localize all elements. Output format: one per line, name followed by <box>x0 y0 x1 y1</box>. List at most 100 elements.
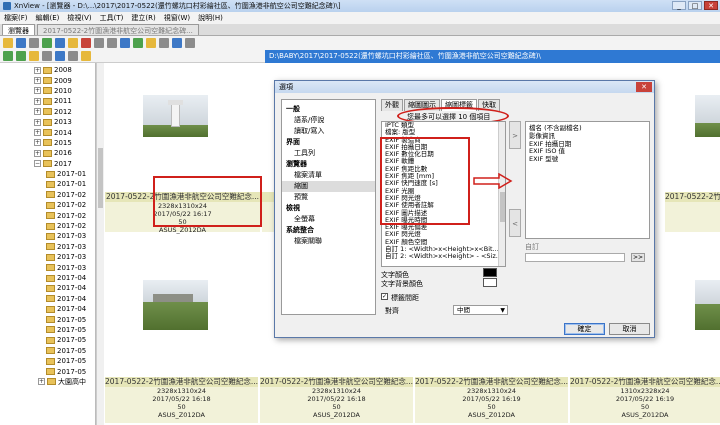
menu-file[interactable]: 檔案(F) <box>4 13 28 23</box>
custom-input[interactable] <box>525 253 625 262</box>
tree-item[interactable]: 2017-02 <box>0 200 95 210</box>
sort-icon[interactable] <box>55 51 65 61</box>
tree-item[interactable]: 2017-04 <box>0 283 95 293</box>
info-icon[interactable] <box>172 38 182 48</box>
category-fullscreen[interactable]: 全螢幕 <box>282 214 375 225</box>
menu-edit[interactable]: 編輯(E) <box>36 13 60 23</box>
tree-item[interactable]: 2017-04 <box>0 273 95 283</box>
remove-field-button[interactable]: < <box>509 209 521 237</box>
expand-icon[interactable]: + <box>34 108 41 116</box>
thumbnail-caption[interactable]: 2017-0522-2竹圍漁港非航空公司空難紀念... 2328x1310x24… <box>415 377 568 423</box>
tree-item[interactable]: +2016 <box>0 148 95 158</box>
filter-icon[interactable] <box>68 51 78 61</box>
tree-item[interactable]: 2017-03 <box>0 252 95 262</box>
category-read-write[interactable]: 讀取/寫入 <box>282 126 375 137</box>
text-color-swatch[interactable] <box>483 268 497 277</box>
thumbnail-image[interactable] <box>695 95 720 137</box>
tree-item[interactable]: + 大園高中 <box>0 377 95 387</box>
category-file-list[interactable]: 檔案清單 <box>282 170 375 181</box>
category-preview[interactable]: 預覽 <box>282 192 375 203</box>
label-spacing-checkbox[interactable]: ✓ <box>381 293 388 300</box>
menu-window[interactable]: 視窗(W) <box>164 13 190 23</box>
tab-appearance[interactable]: 外觀 <box>381 99 403 111</box>
expand-icon[interactable]: + <box>34 149 41 157</box>
tree-item[interactable]: +2009 <box>0 75 95 85</box>
expand-icon[interactable]: + <box>34 66 41 74</box>
delete-icon[interactable] <box>81 38 91 48</box>
add-field-button[interactable]: > <box>509 121 521 149</box>
maximize-button[interactable]: □ <box>688 1 702 10</box>
bg-color-swatch[interactable] <box>483 278 497 287</box>
tree-scrollbar[interactable] <box>96 63 104 425</box>
tree-item[interactable]: +2014 <box>0 127 95 137</box>
rotate-left-icon[interactable] <box>94 38 104 48</box>
tree-item[interactable]: 2017-02 <box>0 210 95 220</box>
category-interface[interactable]: 界面 <box>282 137 375 148</box>
tree-item[interactable]: +2008 <box>0 65 95 75</box>
expand-icon[interactable]: + <box>34 97 41 105</box>
expand-icon[interactable]: + <box>34 118 41 126</box>
address-bar[interactable]: D:\BABY\2017\2017-0522(還竹螺坑口村彩繪社區、竹圍漁港非航… <box>265 50 720 63</box>
back-icon[interactable] <box>3 51 13 61</box>
menu-help[interactable]: 說明(H) <box>198 13 223 23</box>
thumbnail-caption[interactable]: 2017-0522-2竹圍漁港非航空公司空難紀念... <box>665 192 720 232</box>
tree-item[interactable]: 2017-04 <box>0 294 95 304</box>
print-icon[interactable] <box>29 38 39 48</box>
category-browser[interactable]: 瀏覽器 <box>282 159 375 170</box>
expand-icon[interactable]: + <box>38 378 45 386</box>
ok-button[interactable]: 確定 <box>564 323 605 335</box>
minimize-button[interactable]: _ <box>672 1 686 10</box>
settings-icon[interactable] <box>159 38 169 48</box>
category-language[interactable]: 語系/停說 <box>282 115 375 126</box>
folder-icon[interactable] <box>3 38 13 48</box>
list-item[interactable]: 自訂 2: <Width>x<Height> - <Siz... <box>382 253 505 261</box>
tree-item[interactable]: 2017-05 <box>0 335 95 345</box>
align-select[interactable]: 中間 ▼ <box>453 305 508 315</box>
close-button[interactable]: ✕ <box>704 1 718 10</box>
tree-item[interactable]: 2017-03 <box>0 262 95 272</box>
cancel-button[interactable]: 取消 <box>609 323 650 335</box>
tree-item[interactable]: +2015 <box>0 138 95 148</box>
web-icon[interactable] <box>146 38 156 48</box>
expand-icon[interactable]: + <box>34 139 41 147</box>
tree-item[interactable]: 2017-01 <box>0 169 95 179</box>
tree-item[interactable]: +2010 <box>0 86 95 96</box>
scrollbar-thumb[interactable] <box>500 192 505 222</box>
tree-item[interactable]: +2012 <box>0 107 95 117</box>
collapse-icon[interactable]: − <box>34 160 41 168</box>
forward-icon[interactable] <box>16 51 26 61</box>
view-mode-icon[interactable] <box>42 51 52 61</box>
favorite-icon[interactable] <box>81 51 91 61</box>
help-icon[interactable] <box>185 38 195 48</box>
thumbnail-caption[interactable]: 2017-0522-2竹圍漁港非航空公司空難紀念... 2328x1310x24… <box>260 377 413 423</box>
thumbnail-image[interactable] <box>695 280 720 330</box>
menu-tools[interactable]: 工具(T) <box>100 13 124 23</box>
category-file-association[interactable]: 檔案關聯 <box>282 236 375 247</box>
tree-item[interactable]: 2017-05 <box>0 366 95 376</box>
tree-item[interactable]: +2011 <box>0 96 95 106</box>
tab-browser[interactable]: 瀏覽器 <box>2 24 35 35</box>
thumbnail-caption[interactable]: 2017-0522-2竹圍漁港非航空公司空難紀念... 2328x1310x24… <box>105 377 258 423</box>
dialog-close-button[interactable]: ✕ <box>636 82 652 92</box>
thumbnail-image[interactable] <box>143 280 208 330</box>
field-list-scrollbar[interactable] <box>498 122 505 266</box>
category-thumbnail[interactable]: 縮圖 <box>282 181 375 192</box>
tree-item[interactable]: 2017-03 <box>0 231 95 241</box>
scrollbar-thumb[interactable] <box>98 148 103 208</box>
tree-item[interactable]: 2017-05 <box>0 356 95 366</box>
custom-browse-button[interactable]: >> <box>631 253 645 262</box>
refresh-icon[interactable] <box>42 38 52 48</box>
tree-item[interactable]: 2017-05 <box>0 346 95 356</box>
tree-item[interactable]: +2013 <box>0 117 95 127</box>
menu-view[interactable]: 檢視(V) <box>67 13 91 23</box>
expand-icon[interactable]: + <box>34 129 41 137</box>
expand-icon[interactable]: + <box>34 87 41 95</box>
thumbnail-image[interactable] <box>143 95 208 137</box>
tree-item[interactable]: 2017-01 <box>0 179 95 189</box>
tree-item[interactable]: 2017-03 <box>0 242 95 252</box>
category-view[interactable]: 檢視 <box>282 203 375 214</box>
convert-icon[interactable] <box>120 38 130 48</box>
save-icon[interactable] <box>16 38 26 48</box>
tree-item[interactable]: 2017-04 <box>0 304 95 314</box>
thumbnail-caption[interactable]: 2017-0522-2竹圍漁港非航空公司空難紀念... 1310x2328x24… <box>570 377 720 423</box>
